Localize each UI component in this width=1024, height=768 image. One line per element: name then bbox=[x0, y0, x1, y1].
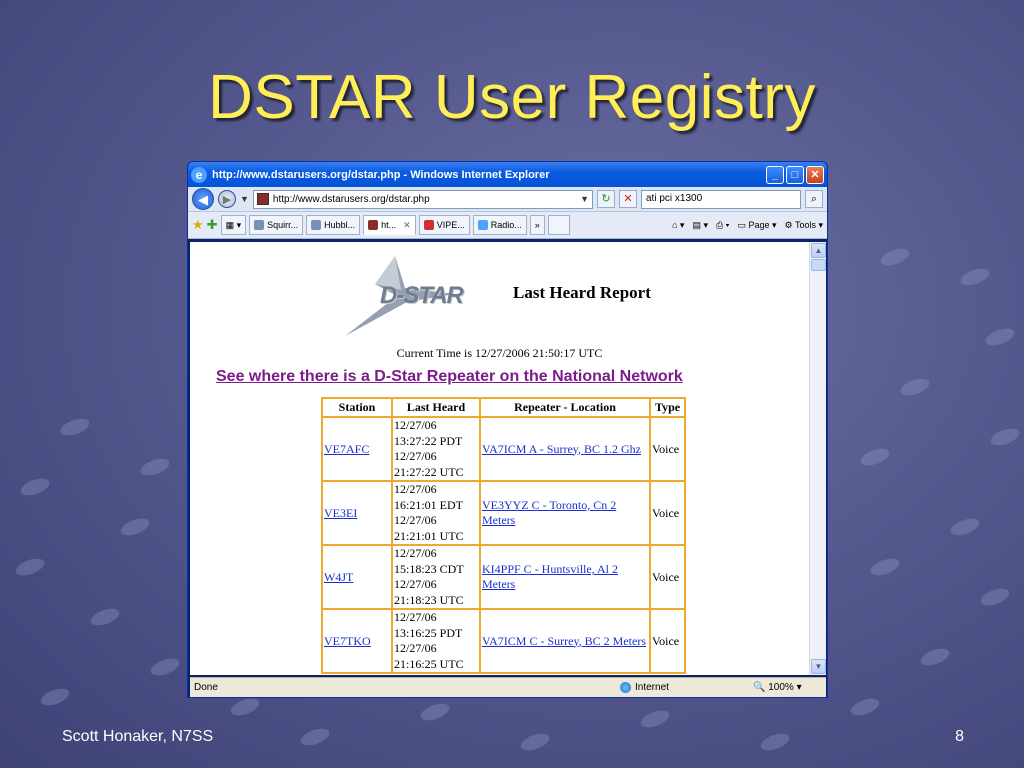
repeater-link[interactable]: KI4PPF C - Huntsville, Al 2 Meters bbox=[479, 544, 651, 610]
repeater-link[interactable]: VA7ICM A - Surrey, BC 1.2 Ghz bbox=[479, 416, 651, 482]
back-button[interactable]: ◀ bbox=[192, 188, 214, 210]
browser-window: e http://www.dstarusers.org/dstar.php - … bbox=[187, 161, 828, 698]
tools-menu[interactable]: ⚙ Tools ▾ bbox=[785, 220, 823, 231]
tab-bar: ★ ✚ ▦ ▾ Squirr... Hubbl... ht... ✕ VIPE..… bbox=[188, 212, 827, 239]
tab-close-icon[interactable]: ✕ bbox=[403, 220, 411, 231]
vertical-scrollbar[interactable]: ▲ ▼ bbox=[809, 242, 826, 675]
refresh-icon[interactable]: ↻ bbox=[597, 190, 615, 208]
page-menu[interactable]: ▭ Page ▾ bbox=[737, 220, 776, 231]
repeater-link[interactable]: VE3YYZ C - Toronto, Cn 2 Meters bbox=[479, 480, 651, 546]
address-bar[interactable]: http://www.dstarusers.org/dstar.php ▼ bbox=[252, 189, 593, 209]
add-favorites-icon[interactable]: ✚ bbox=[207, 217, 218, 233]
close-button[interactable]: ✕ bbox=[806, 165, 824, 184]
forward-button[interactable]: ▶ bbox=[218, 190, 236, 208]
header-last-heard: Last Heard bbox=[391, 397, 481, 418]
table-row: VE7AFC 12/27/06 13:27:22 PDT 12/27/06 21:27… bbox=[321, 416, 687, 482]
window-title: http://www.dstarusers.org/dstar.php - Wi… bbox=[212, 168, 550, 181]
page-content: D-STAR Last Heard Report Current Time is… bbox=[190, 242, 809, 675]
status-text: Done bbox=[194, 682, 218, 693]
new-tab-button[interactable] bbox=[547, 215, 570, 235]
zoom-level[interactable]: 🔍 100% ▾ bbox=[753, 682, 802, 693]
print-icon[interactable]: ⎙ ▾ bbox=[716, 220, 729, 231]
dstar-logo-text: D-STAR bbox=[380, 282, 464, 309]
tab-page-icon bbox=[311, 220, 322, 230]
scroll-down-icon[interactable]: ▼ bbox=[811, 659, 826, 674]
header-type: Type bbox=[648, 397, 687, 418]
national-network-link[interactable]: See where there is a D-Star Repeater on … bbox=[216, 368, 683, 386]
station-link[interactable]: W4JT bbox=[321, 544, 393, 610]
feeds-icon[interactable]: ▤ ▾ bbox=[692, 220, 708, 231]
security-zone: Internet bbox=[620, 682, 669, 693]
header-station: Station bbox=[321, 397, 393, 418]
slide-title: DSTAR User Registry bbox=[208, 63, 816, 132]
slide-number: 8 bbox=[955, 728, 964, 745]
type-cell: Voice bbox=[648, 544, 687, 610]
address-dropdown-icon[interactable]: ▼ bbox=[580, 194, 589, 204]
tab-dstar-active[interactable]: ht... ✕ bbox=[363, 215, 416, 235]
report-title: Last Heard Report bbox=[513, 283, 651, 302]
scroll-up-icon[interactable]: ▲ bbox=[811, 243, 826, 258]
tabs-overflow-button[interactable]: » bbox=[529, 215, 545, 235]
tab-page-icon bbox=[423, 220, 434, 230]
tab-page-icon bbox=[368, 220, 379, 230]
navigation-bar: ◀ ▶ ▼ http://www.dstarusers.org/dstar.ph… bbox=[188, 187, 827, 212]
favorites-star-icon[interactable]: ★ bbox=[192, 217, 204, 233]
scroll-thumb[interactable] bbox=[811, 259, 826, 271]
type-cell: Voice bbox=[648, 416, 687, 482]
stop-icon[interactable]: ✕ bbox=[619, 190, 637, 208]
tab-radio[interactable]: Radio... bbox=[472, 215, 527, 235]
last-heard-cell: 12/27/06 13:16:25 PDT 12/27/06 21:16:25 UTC bbox=[391, 608, 481, 674]
tab-page-icon bbox=[477, 220, 488, 230]
ie-icon: e bbox=[191, 166, 207, 183]
table-row: VE7TKO 12/27/06 13:16:25 PDT 12/27/06 21:16… bbox=[321, 608, 687, 674]
header-repeater: Repeater - Location bbox=[479, 397, 651, 418]
tab-vipe[interactable]: VIPE... bbox=[418, 215, 470, 235]
command-bar: ⌂ ▾ ▤ ▾ ⎙ ▾ ▭ Page ▾ ⚙ Tools ▾ bbox=[672, 220, 823, 231]
home-icon[interactable]: ⌂ ▾ bbox=[672, 220, 684, 231]
last-heard-cell: 12/27/06 15:18:23 CDT 12/27/06 21:18:23 UTC bbox=[391, 544, 481, 610]
history-dropdown-icon[interactable]: ▼ bbox=[240, 194, 249, 204]
type-cell: Voice bbox=[648, 608, 687, 674]
current-time: Current Time is 12/27/2006 21:50:17 UTC bbox=[396, 346, 603, 360]
last-heard-cell: 12/27/06 13:27:22 PDT 12/27/06 21:27:22 UTC bbox=[391, 416, 481, 482]
last-heard-table: Station Last Heard Repeater - Location T… bbox=[321, 397, 687, 674]
status-bar: Done Internet 🔍 100% ▾ bbox=[190, 677, 826, 697]
minimize-button[interactable]: _ bbox=[766, 165, 784, 184]
quick-tabs-button[interactable]: ▦ ▾ bbox=[220, 215, 247, 235]
footer-author: Scott Honaker, N7SS bbox=[62, 728, 214, 745]
station-link[interactable]: VE3EI bbox=[321, 480, 393, 546]
title-bar: e http://www.dstarusers.org/dstar.php - … bbox=[188, 162, 827, 187]
station-link[interactable]: VE7AFC bbox=[321, 416, 393, 482]
station-link[interactable]: VE7TKO bbox=[321, 608, 393, 674]
tab-hubble[interactable]: Hubbl... bbox=[306, 215, 361, 235]
search-input[interactable]: ati pci x1300 bbox=[641, 189, 801, 209]
tab-squirrel[interactable]: Squirr... bbox=[249, 215, 304, 235]
type-cell: Voice bbox=[648, 480, 687, 546]
table-row: VE3EI 12/27/06 16:21:01 EDT 12/27/06 21:21:… bbox=[321, 480, 687, 546]
last-heard-cell: 12/27/06 16:21:01 EDT 12/27/06 21:21:01 UTC bbox=[391, 480, 481, 546]
search-icon[interactable]: ⌕ bbox=[805, 190, 823, 208]
tab-page-icon bbox=[254, 220, 265, 230]
maximize-button[interactable]: □ bbox=[786, 165, 804, 184]
site-favicon-icon bbox=[256, 193, 269, 205]
globe-icon bbox=[620, 682, 631, 693]
table-row: W4JT 12/27/06 15:18:23 CDT 12/27/06 21:18:2… bbox=[321, 544, 687, 610]
address-text: http://www.dstarusers.org/dstar.php bbox=[272, 193, 430, 205]
repeater-link[interactable]: VA7ICM C - Surrey, BC 2 Meters bbox=[479, 608, 651, 674]
